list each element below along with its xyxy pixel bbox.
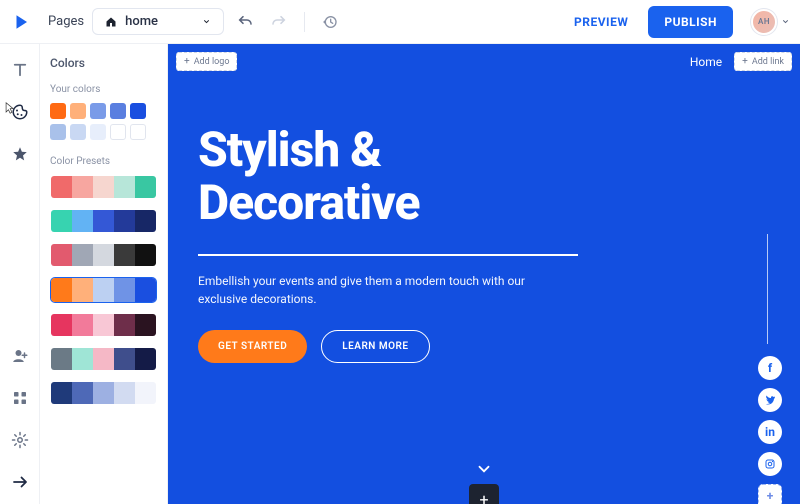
color-swatch[interactable] (70, 124, 86, 140)
color-swatch[interactable] (130, 124, 146, 140)
cta-secondary-button[interactable]: LEARN MORE (321, 330, 429, 363)
nav-link-home[interactable]: Home (690, 55, 722, 69)
color-presets-label: Color Presets (50, 156, 157, 167)
account-dropdown[interactable]: AH (751, 9, 790, 35)
color-swatch[interactable] (130, 103, 146, 119)
chevron-down-icon (202, 17, 211, 26)
preview-button[interactable]: PREVIEW (562, 7, 640, 37)
separator (304, 12, 305, 32)
hero-section[interactable]: Stylish &Decorative Embellish your event… (198, 124, 660, 363)
publish-button[interactable]: PUBLISH (648, 6, 733, 38)
color-preset[interactable] (50, 209, 157, 233)
color-swatch[interactable] (70, 103, 86, 119)
history-button[interactable] (317, 9, 343, 35)
pages-label: Pages (48, 14, 84, 29)
your-colors-label: Your colors (50, 84, 157, 95)
rail-colors-tool[interactable] (8, 100, 32, 124)
app-logo-icon (10, 11, 32, 33)
chevron-down-icon (781, 17, 790, 26)
rail-collapse-button[interactable] (8, 470, 32, 494)
your-colors-row1 (50, 103, 157, 119)
undo-button[interactable] (232, 9, 258, 35)
colors-panel: Colors Your colors Color Presets (40, 44, 168, 504)
page-dropdown[interactable]: home (92, 8, 224, 35)
social-add-button[interactable]: + (758, 484, 782, 504)
side-line-decoration (767, 234, 768, 344)
color-preset[interactable] (50, 347, 157, 371)
your-colors-row2 (50, 124, 157, 140)
color-preset[interactable] (50, 313, 157, 337)
home-icon (105, 16, 117, 28)
cta-primary-button[interactable]: GET STARTED (198, 330, 307, 363)
social-buttons: f in + (758, 356, 782, 504)
color-preset[interactable] (50, 277, 157, 303)
panel-title: Colors (50, 56, 157, 70)
color-swatch[interactable] (110, 124, 126, 140)
add-section-button[interactable]: + (469, 484, 499, 504)
current-page-name: home (125, 14, 158, 29)
add-logo-button[interactable]: +Add logo (176, 52, 237, 71)
social-instagram-button[interactable] (758, 452, 782, 476)
color-swatch[interactable] (50, 103, 66, 119)
rail-favorites-tool[interactable] (8, 142, 32, 166)
color-presets-list (50, 175, 157, 405)
avatar: AH (751, 9, 777, 35)
color-swatch[interactable] (90, 124, 106, 140)
color-preset[interactable] (50, 381, 157, 405)
rail-add-user-tool[interactable] (8, 344, 32, 368)
hero-heading[interactable]: Stylish &Decorative (198, 124, 660, 230)
rail-apps-tool[interactable] (8, 386, 32, 410)
divider (198, 254, 578, 256)
canvas[interactable]: +Add logo Home +Add link Stylish &Decora… (168, 44, 800, 504)
color-preset[interactable] (50, 175, 157, 199)
rail-text-tool[interactable] (8, 58, 32, 82)
redo-button[interactable] (266, 9, 292, 35)
left-rail (0, 44, 40, 504)
hero-subtext[interactable]: Embellish your events and give them a mo… (198, 272, 558, 308)
color-preset[interactable] (50, 243, 157, 267)
color-swatch[interactable] (110, 103, 126, 119)
social-twitter-button[interactable] (758, 388, 782, 412)
social-linkedin-button[interactable]: in (758, 420, 782, 444)
rail-settings-tool[interactable] (8, 428, 32, 452)
add-link-button[interactable]: +Add link (734, 52, 792, 71)
color-swatch[interactable] (90, 103, 106, 119)
social-facebook-button[interactable]: f (758, 356, 782, 380)
scroll-down-button[interactable] (475, 460, 493, 478)
color-swatch[interactable] (50, 124, 66, 140)
